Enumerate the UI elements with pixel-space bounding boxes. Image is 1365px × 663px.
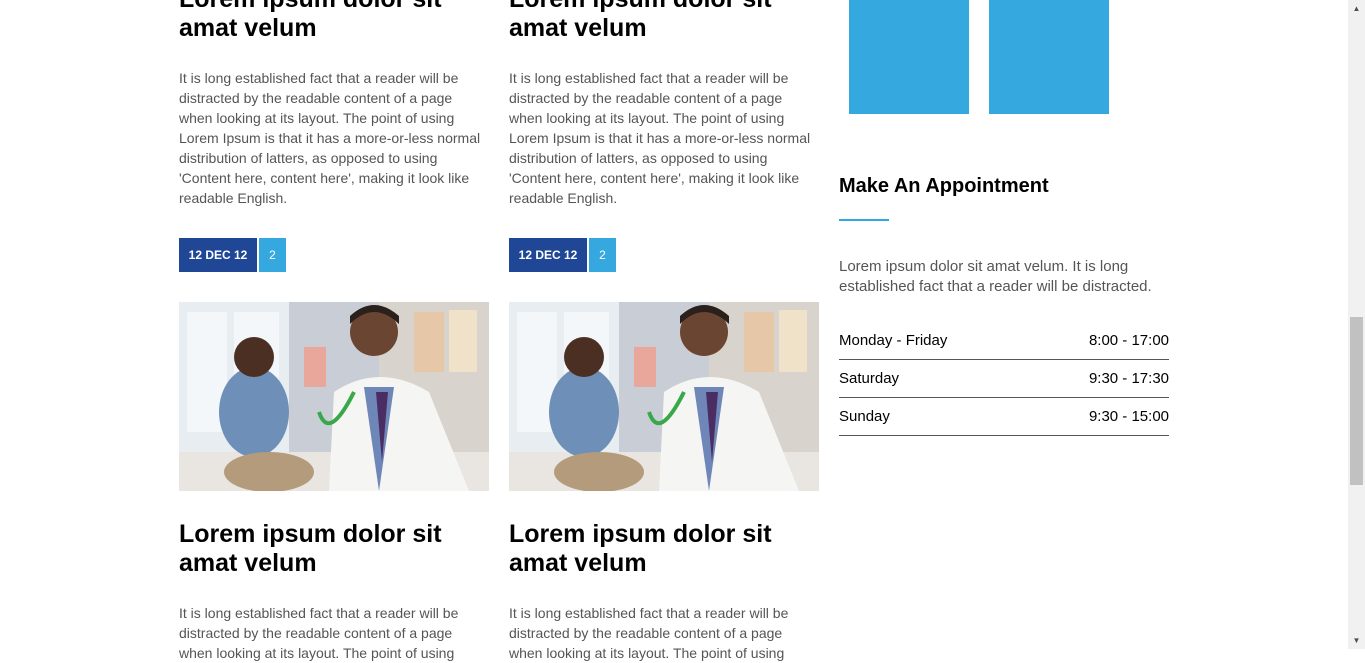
hours-row: Saturday 9:30 - 17:30: [839, 360, 1169, 398]
appointment-title: Make An Appointment: [839, 175, 1049, 197]
hours-day: Saturday: [839, 370, 900, 387]
hours-row: Sunday 9:30 - 15:00: [839, 398, 1169, 436]
comment-count-badge[interactable]: 2: [259, 238, 286, 272]
hours-time: 8:00 - 17:00: [1088, 332, 1169, 349]
post-title[interactable]: Lorem ipsum dolor sit amat velum: [179, 520, 489, 578]
vertical-scrollbar[interactable]: ▲ ▼: [1348, 0, 1365, 649]
post-title[interactable]: Lorem ipsum dolor sit amat velum: [509, 520, 819, 578]
post-excerpt: It is long established fact that a reade…: [509, 70, 811, 206]
doctor-photo[interactable]: [509, 302, 819, 491]
post-date-badge: 12 DEC 12: [179, 238, 257, 272]
scrollbar-thumb[interactable]: [1350, 317, 1363, 485]
post-meta: 12 DEC 12 2: [509, 238, 616, 272]
scroll-down-arrow-icon[interactable]: ▼: [1348, 632, 1365, 649]
post-excerpt: It is long established fact that a reade…: [179, 70, 481, 206]
post-title[interactable]: Lorem ipsum dolor sit amat velum: [509, 0, 819, 43]
hours-day: Monday - Friday: [839, 332, 948, 349]
post-excerpt: It is long established fact that a reade…: [509, 605, 789, 661]
post-title[interactable]: Lorem ipsum dolor sit amat velum: [179, 0, 489, 43]
hours-time: 9:30 - 17:30: [1088, 370, 1169, 387]
hours-row: Monday - Friday 8:00 - 17:00: [839, 322, 1169, 360]
gallery-tile[interactable]: [849, 0, 969, 114]
hours-time: 9:30 - 15:00: [1088, 408, 1169, 425]
post-excerpt: It is long established fact that a reade…: [179, 605, 459, 661]
gallery-tile[interactable]: [989, 0, 1109, 114]
scroll-up-arrow-icon[interactable]: ▲: [1348, 0, 1365, 17]
doctor-photo[interactable]: [179, 302, 489, 491]
title-underline: [839, 219, 889, 221]
opening-hours: Monday - Friday 8:00 - 17:00 Saturday 9:…: [839, 322, 1169, 436]
post-date-badge: 12 DEC 12: [509, 238, 587, 272]
hours-day: Sunday: [839, 408, 890, 425]
appointment-text: Lorem ipsum dolor sit amat velum. It is …: [839, 258, 1152, 295]
comment-count-badge[interactable]: 2: [589, 238, 616, 272]
post-meta: 12 DEC 12 2: [179, 238, 286, 272]
